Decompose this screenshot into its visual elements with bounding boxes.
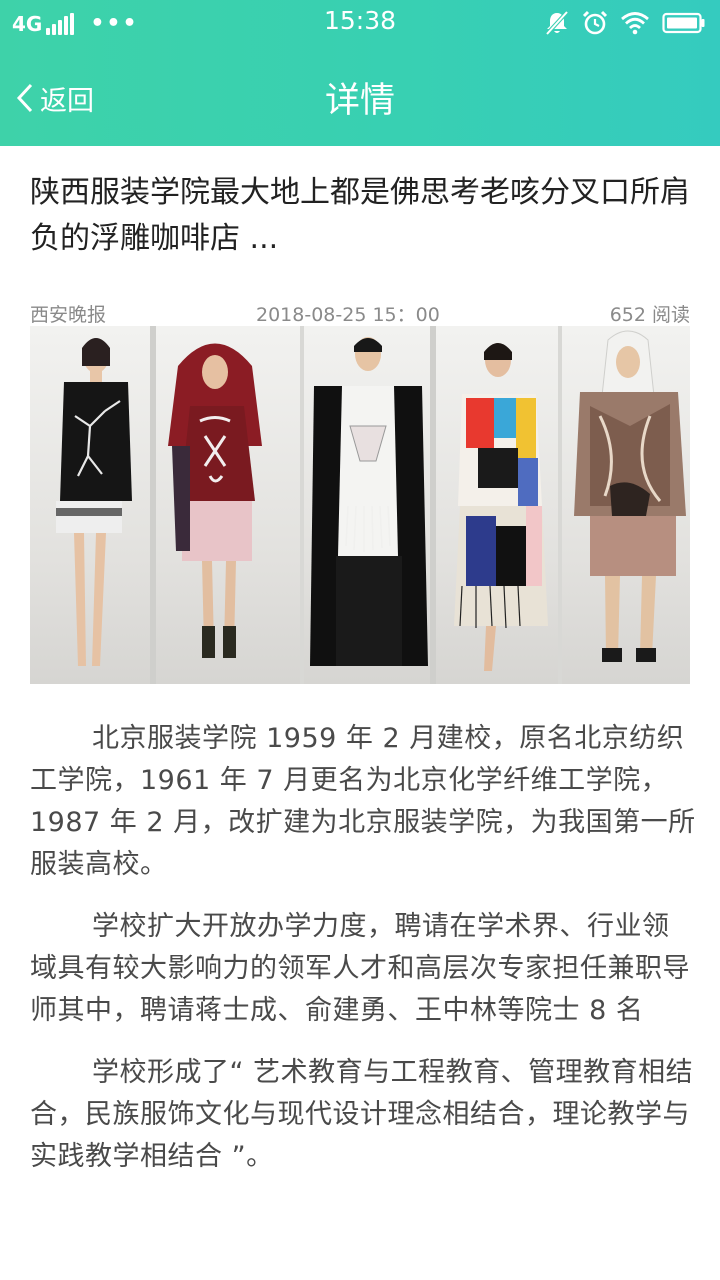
model-3: [310, 337, 428, 666]
mute-icon: [545, 10, 569, 36]
article-time: 2018-08-25 15：00: [256, 304, 440, 326]
alarm-icon: [582, 10, 608, 35]
app-header: 4G ••• 15:38 返回 详情: [0, 0, 720, 146]
wifi-icon: [621, 12, 649, 35]
article-title: 陕西服装学院最大地上都是佛思考老咳分叉口所肩负的浮雕咖啡店 ...: [30, 175, 690, 256]
article-body: 北京服装学院 1959 年 2 月建校，原名北京纺织工学院，1961 年 7 月…: [30, 718, 696, 1198]
paragraph: 北京服装学院 1959 年 2 月建校，原名北京纺织工学院，1961 年 7 月…: [30, 723, 696, 880]
article-read-count: 652 阅读: [609, 304, 690, 326]
paragraph: 学校形成了“ 艺术教育与工程教育、管理教育相结合，民族服饰文化与现代设计理念相结…: [30, 1057, 694, 1172]
battery-icon: [662, 12, 705, 34]
status-right: [532, 9, 706, 37]
article-source: 西安晚报: [30, 304, 107, 326]
status-bar: 4G ••• 15:38: [0, 0, 720, 46]
nav-bar: 返回 详情: [0, 46, 720, 146]
article-content: 陕西服装学院最大地上都是佛思考老咳分叉口所肩负的浮雕咖啡店 ... 西安晚报 2…: [30, 146, 695, 1172]
runway-photo: [30, 326, 690, 684]
article-hero-image[interactable]: [30, 326, 690, 684]
paragraph: 学校扩大开放办学力度，聘请在学术界、行业领域具有较大影响力的领军人才和高层次专家…: [30, 911, 690, 1026]
page-title: 详情: [324, 81, 395, 121]
